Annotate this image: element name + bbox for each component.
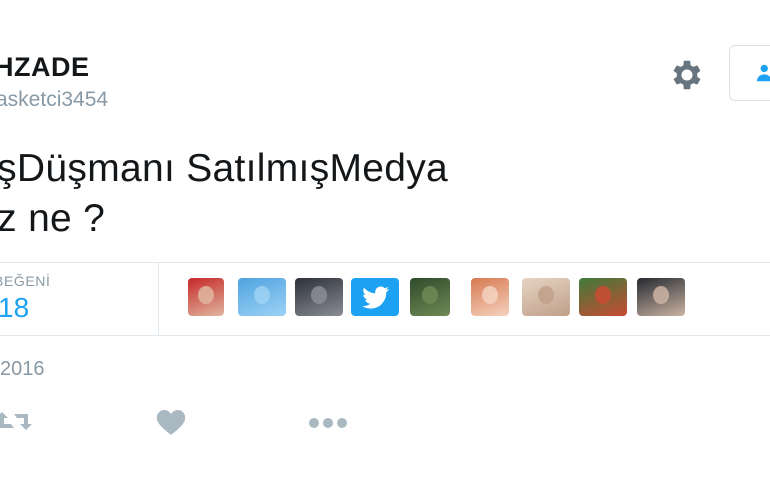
avatar-face <box>482 286 498 304</box>
likes-count[interactable]: 18 <box>0 292 29 324</box>
tweet-detail: HZADE asketci3454 ışDüşmanı SatılmışMedy… <box>0 0 770 485</box>
user-plus-icon <box>756 64 770 82</box>
avatar-1[interactable] <box>188 278 224 316</box>
avatar-face <box>198 286 214 304</box>
more-dots-icon[interactable] <box>308 416 348 434</box>
tweet-text-line-1: ışDüşmanı SatılmışMedya <box>0 147 449 190</box>
tweet-text: ışDüşmanı SatılmışMedya ız ne ? <box>0 144 448 244</box>
heart-icon[interactable] <box>156 410 186 441</box>
stats-divider <box>158 263 159 335</box>
avatar-face <box>653 286 669 304</box>
avatar-6[interactable] <box>471 278 509 316</box>
avatar-4[interactable] <box>351 278 399 316</box>
avatar-2[interactable] <box>238 278 286 316</box>
username-handle[interactable]: asketci3454 <box>0 88 108 112</box>
avatar-8[interactable] <box>579 278 627 316</box>
avatar-face <box>311 286 327 304</box>
avatar-face <box>254 286 270 304</box>
avatar-face <box>422 286 438 304</box>
avatar-7[interactable] <box>522 278 570 316</box>
follow-button[interactable] <box>729 45 770 101</box>
tweet-text-line-2: ız ne ? <box>0 197 106 240</box>
avatar-3[interactable] <box>295 278 343 316</box>
avatar-face <box>595 286 611 304</box>
likes-label: BEĞENİ <box>0 273 51 289</box>
bird-icon <box>362 286 389 309</box>
tweet-stats: BEĞENİ 18 <box>0 262 770 336</box>
avatar-face <box>538 286 554 304</box>
avatar-9[interactable] <box>637 278 685 316</box>
retweet-icon[interactable] <box>0 408 32 439</box>
gear-icon[interactable] <box>668 56 706 94</box>
display-name[interactable]: HZADE <box>0 52 90 83</box>
avatar-5[interactable] <box>410 278 450 316</box>
tweet-date: 2016 <box>0 358 45 380</box>
